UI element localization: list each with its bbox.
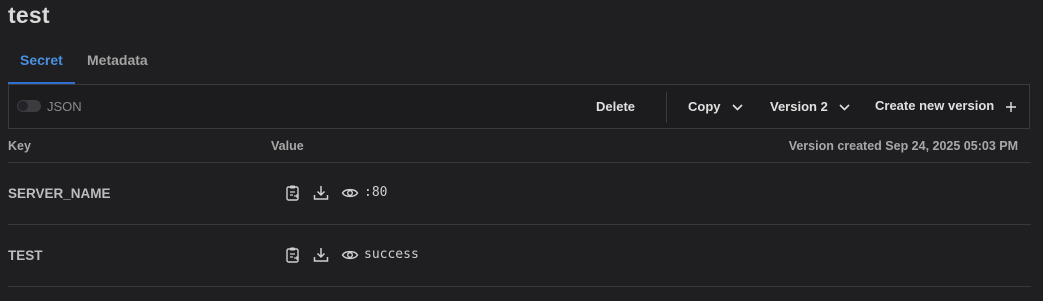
eye-icon[interactable] [341,246,359,264]
download-icon[interactable] [312,184,330,202]
create-new-version-label: Create new version [875,98,995,113]
clipboard-icon[interactable] [284,246,302,264]
tab-bar: Secret Metadata [8,48,1031,84]
version-dropdown-label: Version 2 [770,99,828,114]
secret-key: SERVER_NAME [8,186,111,201]
page-title: test [8,2,50,28]
secret-value: success [364,247,419,262]
version-created-text: Version created Sep 24, 2025 05:03 PM [788,139,1018,153]
chevron-down-icon [839,104,851,111]
json-toggle[interactable] [17,100,41,112]
key-column-header: Key [8,139,31,153]
row-actions [284,184,365,202]
header-divider [8,162,1031,163]
version-dropdown[interactable]: Version 2 [770,99,851,114]
secret-value: :80 [364,185,388,200]
json-toggle-label: JSON [47,99,82,114]
secret-key: TEST [8,248,43,263]
copy-dropdown-label: Copy [688,99,721,114]
tab-metadata[interactable]: Metadata [87,52,148,68]
secret-toolbar: JSON Delete Copy Version 2 Create new ve… [8,84,1030,129]
value-column-header: Value [271,139,304,153]
clipboard-icon[interactable] [284,184,302,202]
copy-dropdown[interactable]: Copy [688,99,743,114]
row-divider [8,286,1031,287]
row-actions [284,246,365,264]
download-icon[interactable] [312,246,330,264]
row-divider [8,224,1031,225]
toolbar-divider [666,92,667,123]
chevron-down-icon [732,104,743,111]
plus-icon [1005,101,1016,112]
create-new-version-button[interactable]: Create new version [875,98,1016,113]
tab-secret[interactable]: Secret [20,52,63,68]
delete-button[interactable]: Delete [596,99,635,114]
eye-icon[interactable] [341,184,359,202]
